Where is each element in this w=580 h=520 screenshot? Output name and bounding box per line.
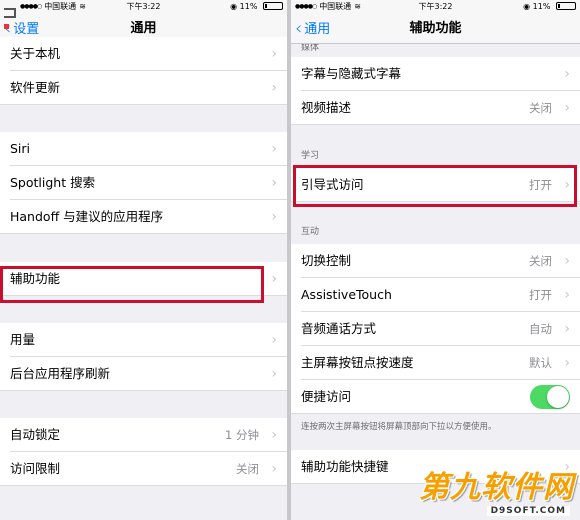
- chevron-right-icon: ›: [271, 332, 277, 348]
- list-item-label: 辅助功能快捷键: [301, 459, 389, 474]
- list-item-call-audio-routing[interactable]: 音频通话方式 自动 ›: [291, 312, 580, 346]
- battery-label: 11%: [239, 2, 258, 11]
- chevron-right-icon: ›: [564, 66, 570, 82]
- rotation-lock-icon: ◉: [230, 2, 238, 11]
- list-item-label: 字幕与隐藏式字幕: [301, 66, 402, 81]
- status-bar: ●●●●○ 中国联通 ≋ 下午3:22 ◉ 11%: [0, 0, 287, 14]
- list-item-label: 后台应用程序刷新: [10, 366, 111, 381]
- list-item-restrictions[interactable]: 访问限制 关闭 ›: [0, 452, 287, 486]
- list-item-label: AssistiveTouch: [301, 287, 392, 302]
- general-settings-screen: ●●●●○中国联通≋ 下午3:22 ◉ 11% ‹设置 通用 关于本机 › 软件…: [0, 0, 287, 520]
- corner-logo: [4, 8, 24, 36]
- list-item-label: 软件更新: [10, 80, 61, 95]
- list-item-label: 音频通话方式: [301, 321, 377, 336]
- chevron-right-icon: ›: [271, 141, 277, 157]
- list-item-label: 辅助功能: [10, 271, 61, 286]
- list-item-value: 自动: [529, 322, 552, 336]
- list-item-label: 引导式访问: [301, 177, 364, 192]
- settings-list: 媒体 字幕与隐藏式字幕 › 视频描述 关闭 › 学习 引导式访问 打开 › 互动…: [291, 44, 580, 484]
- list-item-value: 打开: [529, 288, 552, 302]
- chevron-right-icon: ›: [271, 427, 277, 443]
- list-item-label: Handoff 与建议的应用程序: [10, 209, 164, 224]
- chevron-right-icon: ›: [564, 253, 570, 269]
- chevron-right-icon: ›: [564, 100, 570, 116]
- list-item-label: 关于本机: [10, 46, 61, 61]
- chevron-right-icon: ›: [271, 175, 277, 191]
- chevron-right-icon: ›: [564, 459, 570, 475]
- list-item-assistivetouch[interactable]: AssistiveTouch 打开 ›: [291, 278, 580, 312]
- list-item-guided-access[interactable]: 引导式访问 打开 ›: [291, 168, 580, 202]
- list-item-value: 关闭: [529, 101, 552, 115]
- list-item-label: 切换控制: [301, 253, 352, 268]
- list-item-subtitles[interactable]: 字幕与隐藏式字幕 ›: [291, 57, 580, 91]
- list-item-software-update[interactable]: 软件更新 ›: [0, 71, 287, 105]
- status-bar: ●●●●○ 中国联通 ≋ 下午3:22 ◉ 11%: [291, 0, 580, 14]
- list-item-label: 主屏幕按钮点按速度: [301, 355, 414, 370]
- list-item-auto-lock[interactable]: 自动锁定 1 分钟 ›: [0, 418, 287, 452]
- reachability-toggle[interactable]: [530, 385, 570, 409]
- list-item-value: 默认: [529, 356, 552, 370]
- list-item-value: 1 分钟: [225, 428, 259, 442]
- battery-icon: [263, 2, 283, 10]
- page-title: 辅助功能: [409, 21, 462, 36]
- accessibility-settings-screen: ●●●●○ 中国联通 ≋ 下午3:22 ◉ 11% ‹ 通用 辅助功能 媒体 字幕与隐…: [291, 0, 580, 520]
- list-item-usage[interactable]: 用量 ›: [0, 323, 287, 357]
- list-item-value: 关闭: [236, 462, 259, 476]
- list-item-home-click-speed[interactable]: 主屏幕按钮点按速度 默认 ›: [291, 346, 580, 380]
- list-item-handoff[interactable]: Handoff 与建议的应用程序 ›: [0, 200, 287, 234]
- reachability-footnote: 连按两次主屏幕按钮将屏幕顶部向下拉以方便使用。: [301, 422, 497, 432]
- list-item-label: 用量: [10, 332, 36, 347]
- chevron-right-icon: ›: [271, 46, 277, 62]
- chevron-right-icon: ›: [271, 80, 277, 96]
- section-header-interaction: 互动: [301, 227, 320, 237]
- settings-list: 关于本机 › 软件更新 › Siri › Spotlight 搜索 › Hand…: [0, 37, 287, 486]
- toggle-knob: [547, 386, 569, 408]
- nav-bar: ‹ 通用 辅助功能: [291, 14, 580, 44]
- list-item-accessibility-shortcut[interactable]: 辅助功能快捷键 ›: [291, 450, 580, 484]
- list-item-background-refresh[interactable]: 后台应用程序刷新 ›: [0, 357, 287, 391]
- list-item-value: 打开: [529, 178, 552, 192]
- list-item-label: Siri: [10, 141, 31, 156]
- battery-label: 11%: [532, 2, 551, 11]
- list-item-siri[interactable]: Siri ›: [0, 132, 287, 166]
- list-item-video-description[interactable]: 视频描述 关闭 ›: [291, 91, 580, 125]
- list-item-switch-control[interactable]: 切换控制 关闭 ›: [291, 244, 580, 278]
- chevron-right-icon: ›: [271, 271, 277, 287]
- list-item-label: 视频描述: [301, 100, 352, 115]
- list-item-value: 关闭: [529, 254, 552, 268]
- section-header-learning: 学习: [301, 151, 320, 161]
- chevron-right-icon: ›: [271, 209, 277, 225]
- chevron-right-icon: ›: [271, 461, 277, 477]
- list-item-label: 自动锁定: [10, 427, 61, 442]
- chevron-right-icon: ›: [564, 355, 570, 371]
- chevron-right-icon: ›: [564, 177, 570, 193]
- rotation-lock-icon: ◉: [523, 2, 531, 11]
- section-header-media: 媒体: [301, 44, 320, 53]
- list-item-label: 便捷访问: [301, 389, 352, 404]
- chevron-right-icon: ›: [271, 366, 277, 382]
- list-item-label: Spotlight 搜索: [10, 175, 96, 190]
- list-item-spotlight[interactable]: Spotlight 搜索 ›: [0, 166, 287, 200]
- list-item-reachability: 便捷访问: [291, 380, 580, 414]
- list-item-accessibility[interactable]: 辅助功能 ›: [0, 262, 287, 296]
- list-item-about[interactable]: 关于本机 ›: [0, 37, 287, 71]
- battery-icon: [556, 2, 576, 10]
- chevron-right-icon: ›: [564, 321, 570, 337]
- list-item-label: 访问限制: [10, 461, 61, 476]
- chevron-right-icon: ›: [564, 287, 570, 303]
